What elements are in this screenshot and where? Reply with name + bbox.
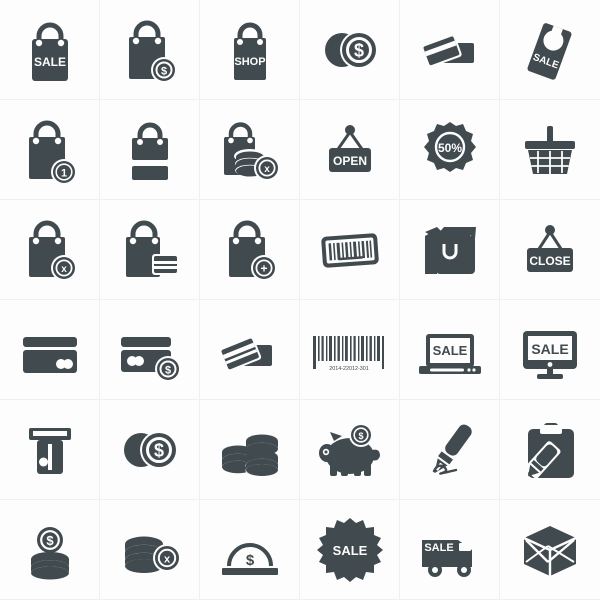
icon-cell-laptop-sale[interactable]: SALE	[400, 300, 500, 400]
icon-cell-delivery-van-sale[interactable]: SALE	[400, 500, 500, 600]
icon-cell-barcode-number[interactable]: 2014-22012-301	[300, 300, 400, 400]
credit-card-dollar-icon: $	[120, 336, 181, 382]
coin-stacks-icon	[221, 434, 278, 477]
shopping-bag-dollar-icon: $	[128, 20, 177, 83]
icon-cell-atm-card-slot[interactable]	[0, 400, 100, 500]
icon-cell-coins-dollar[interactable]: $	[300, 0, 400, 100]
shopping-bag-sale-icon: SALE	[31, 22, 68, 81]
open-sign-icon: OPEN	[328, 124, 371, 172]
shopping-bag-split-icon	[131, 122, 168, 180]
icon-label: $	[160, 65, 166, 77]
icon-cell-shopping-bag-one[interactable]: 1	[0, 100, 100, 200]
icon-label: $	[353, 40, 363, 60]
icon-cell-piggy-bank[interactable]: $	[300, 400, 400, 500]
icon-cell-credit-card-stripe[interactable]	[0, 300, 100, 400]
icon-label: SHOP	[234, 56, 265, 68]
icon-label: OPEN	[332, 154, 366, 168]
icon-cell-coins-pair-dollar[interactable]: $	[100, 400, 200, 500]
icon-label: $	[358, 431, 363, 441]
credit-card-stripe-icon	[22, 336, 77, 373]
icon-label: x	[264, 164, 270, 175]
barcode-scan-icon	[320, 232, 379, 268]
icon-label: CLOSE	[529, 254, 570, 268]
icon-label: 50%	[437, 141, 461, 155]
discount-badge-50-icon: 50%	[423, 121, 476, 172]
atm-card-slot-icon	[28, 427, 71, 474]
icon-cell-shopping-bag-add[interactable]: +	[200, 200, 300, 300]
coin-stack-remove-icon: x	[124, 536, 181, 574]
icon-grid: SALE $ SHOP $ SALE 1 x OPEN 50% x + CLOS…	[0, 0, 600, 600]
icon-label: $	[164, 364, 170, 376]
icon-cell-shopping-bag-remove[interactable]: x	[0, 200, 100, 300]
icon-cell-fountain-pen-signature[interactable]	[400, 400, 500, 500]
icon-cell-open-sign[interactable]: OPEN	[300, 100, 400, 200]
icon-label: SALE	[432, 343, 467, 358]
icon-cell-shopping-bag-card[interactable]	[100, 200, 200, 300]
credit-cards-pair-icon	[420, 33, 474, 67]
laptop-sale-icon: SALE	[418, 333, 481, 374]
credit-cards-tilted-icon	[218, 335, 272, 372]
icon-cell-credit-cards-tilted[interactable]	[200, 300, 300, 400]
fountain-pen-signature-icon	[432, 424, 472, 475]
icon-cell-door-hanger-sale[interactable]: SALE	[500, 0, 600, 100]
shopping-bag-remove-icon: x	[28, 220, 77, 281]
icon-cell-shopping-bags-stack[interactable]	[400, 200, 500, 300]
door-hanger-sale-icon: SALE	[527, 22, 572, 80]
barcode-number-icon: 2014-22012-301	[312, 335, 384, 372]
icon-label: +	[260, 261, 267, 275]
clipboard-pen-icon	[524, 422, 574, 478]
shopping-bag-one-icon: 1	[28, 120, 77, 185]
close-sign-icon: CLOSE	[527, 224, 573, 272]
icon-cell-shopping-bag-sale[interactable]: SALE	[0, 0, 100, 100]
icon-label: SALE	[531, 341, 568, 357]
package-box-icon	[523, 525, 577, 576]
money-dome-dollar-icon: $	[221, 542, 278, 575]
shopping-bag-add-icon: +	[228, 220, 277, 281]
shopping-bag-coins-remove-icon: x	[223, 121, 280, 181]
icon-label: 1	[60, 167, 66, 179]
icon-cell-coin-stack-dollar[interactable]: $	[0, 500, 100, 600]
icon-cell-shopping-bag-coins-remove[interactable]: x	[200, 100, 300, 200]
shopping-bag-shop-icon: SHOP	[233, 22, 266, 80]
icon-cell-sale-starburst-badge[interactable]: SALE	[300, 500, 400, 600]
icon-cell-shopping-bag-split[interactable]	[100, 100, 200, 200]
icon-cell-money-dome-dollar[interactable]: $	[200, 500, 300, 600]
shopping-basket-icon	[525, 125, 575, 174]
coins-pair-dollar-icon: $	[123, 430, 178, 469]
icon-cell-close-sign[interactable]: CLOSE	[500, 200, 600, 300]
icon-label: x	[163, 553, 170, 565]
barcode-number-label: 2014-22012-301	[329, 366, 369, 372]
monitor-sale-icon: SALE	[523, 330, 577, 379]
sale-starburst-badge-icon: SALE	[316, 517, 383, 582]
icon-label: x	[61, 264, 67, 275]
coin-stack-dollar-icon: $	[30, 524, 69, 580]
icon-label: SALE	[33, 55, 65, 69]
icon-cell-credit-cards-pair[interactable]	[400, 0, 500, 100]
icon-label: SALE	[424, 542, 453, 554]
icon-cell-coin-stacks[interactable]	[200, 400, 300, 500]
icon-label: SALE	[332, 543, 367, 558]
icon-cell-shopping-basket[interactable]	[500, 100, 600, 200]
icon-cell-shopping-bag-dollar[interactable]: $	[100, 0, 200, 100]
delivery-van-sale-icon: SALE	[421, 539, 472, 577]
icon-cell-monitor-sale[interactable]: SALE	[500, 300, 600, 400]
icon-cell-discount-badge-50[interactable]: 50%	[400, 100, 500, 200]
icon-label: $	[46, 533, 54, 548]
piggy-bank-icon: $	[318, 422, 380, 476]
icon-cell-barcode-scan[interactable]	[300, 200, 400, 300]
icon-cell-clipboard-pen[interactable]	[500, 400, 600, 500]
shopping-bag-card-icon	[125, 220, 179, 277]
icon-cell-shopping-bag-shop[interactable]: SHOP	[200, 0, 300, 100]
coins-dollar-icon: $	[324, 30, 378, 69]
icon-cell-coin-stack-remove[interactable]: x	[100, 500, 200, 600]
icon-cell-credit-card-dollar[interactable]: $	[100, 300, 200, 400]
icon-label: $	[153, 440, 163, 460]
icon-label: $	[245, 552, 254, 569]
shopping-bags-stack-icon	[424, 226, 476, 274]
icon-cell-package-box[interactable]	[500, 500, 600, 600]
